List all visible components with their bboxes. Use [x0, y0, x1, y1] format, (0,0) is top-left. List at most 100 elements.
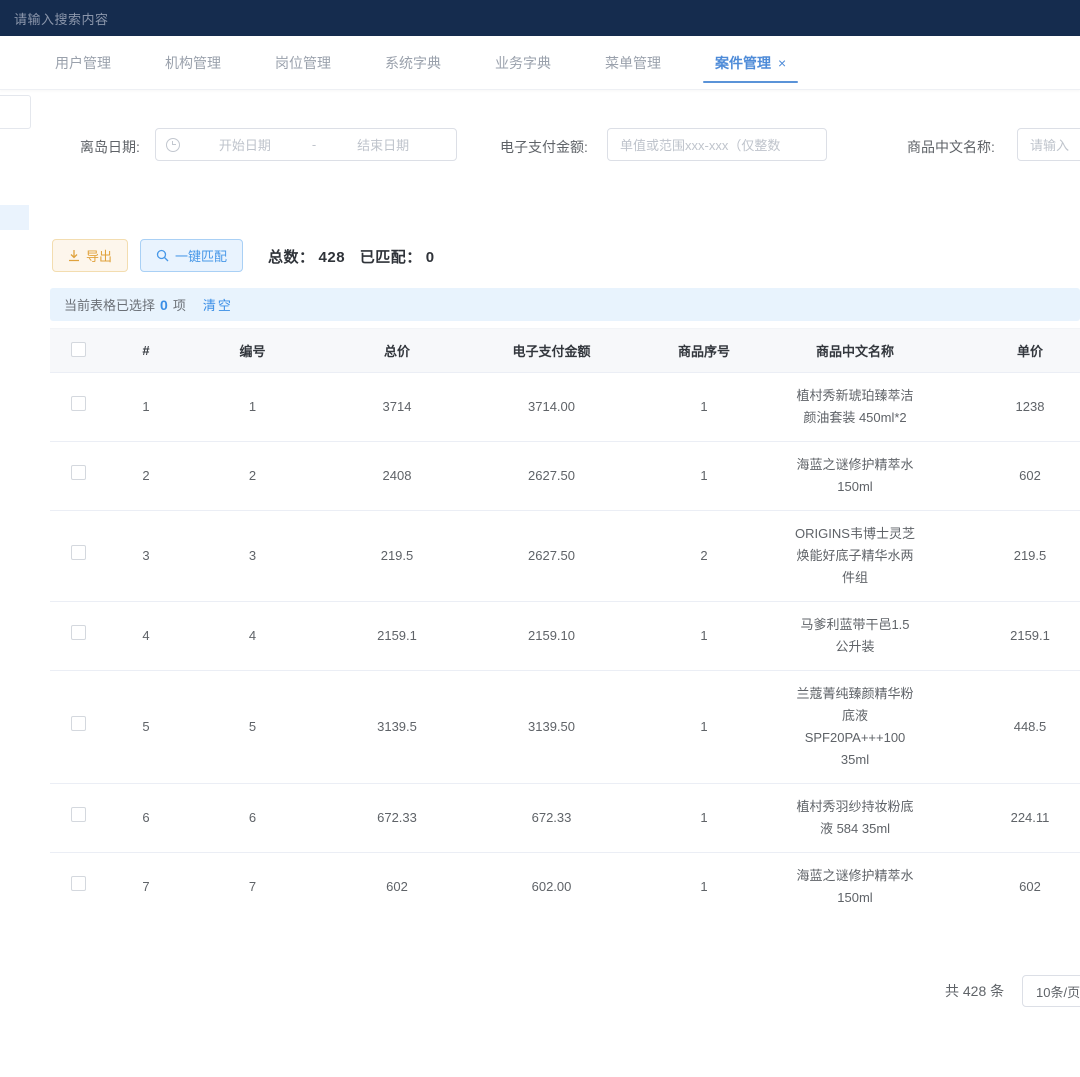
row-name-cell: 海蓝之谜修护精萃水 150ml — [780, 853, 930, 910]
product-filter-label: 商品中文名称: — [907, 137, 995, 157]
tab-label: 机构管理 — [165, 53, 221, 73]
row-code-cell: 7 — [186, 853, 319, 910]
row-total-cell: 2408 — [319, 442, 475, 511]
row-name-cell: 植村秀新琥珀臻萃洁颜油套装 450ml*2 — [780, 373, 930, 442]
row-index-cell: 2 — [106, 442, 186, 511]
row-unit-price-cell: 2159.1 — [930, 602, 1080, 671]
row-checkbox[interactable] — [71, 396, 86, 411]
table-row: 33219.52627.502ORIGINS韦博士灵芝焕能好底子精华水两件组21… — [50, 511, 1080, 602]
tab-label: 岗位管理 — [275, 53, 331, 73]
table-row: 77602602.001海蓝之谜修护精萃水 150ml602 — [50, 853, 1080, 910]
table-row: 553139.53139.501兰蔻菁纯臻颜精华粉底液SPF20PA+++100… — [50, 671, 1080, 784]
date-range-input[interactable]: 开始日期 - 结束日期 — [155, 128, 457, 161]
row-code-cell: 1 — [186, 373, 319, 442]
row-seq-cell: 2 — [628, 511, 780, 602]
match-button-label: 一键匹配 — [175, 246, 227, 265]
row-payment-cell: 2627.50 — [475, 442, 628, 511]
row-select-cell — [50, 784, 106, 853]
row-total-cell: 219.5 — [319, 511, 475, 602]
clear-selection-link[interactable]: 清空 — [203, 295, 233, 314]
row-index-cell: 7 — [106, 853, 186, 910]
tab-6[interactable]: 菜单管理 — [605, 36, 661, 89]
row-checkbox[interactable] — [71, 876, 86, 891]
export-button[interactable]: 导出 — [52, 239, 128, 272]
row-unit-price-cell: 602 — [930, 853, 1080, 910]
total-label: 总数： — [268, 249, 315, 266]
row-payment-cell: 2159.10 — [475, 602, 628, 671]
row-name-cell: 马爹利蓝带干邑1.5公升装 — [780, 602, 930, 671]
table-row: 442159.12159.101马爹利蓝带干邑1.5公升装2159.1 — [50, 602, 1080, 671]
column-header: 商品中文名称 — [780, 329, 930, 373]
select-all-checkbox[interactable] — [71, 342, 86, 357]
row-seq-cell: 1 — [628, 442, 780, 511]
row-checkbox[interactable] — [71, 545, 86, 560]
end-date-placeholder[interactable]: 结束日期 — [320, 135, 446, 154]
row-checkbox[interactable] — [71, 807, 86, 822]
product-name-placeholder: 请输入 — [1030, 135, 1069, 154]
row-checkbox[interactable] — [71, 716, 86, 731]
page-size-value: 10条/页 — [1036, 982, 1080, 1001]
row-seq-cell: 1 — [628, 671, 780, 784]
tab-3[interactable]: 岗位管理 — [275, 36, 331, 89]
left-edge-highlight-fragment — [0, 205, 29, 230]
tab-4[interactable]: 系统字典 — [385, 36, 441, 89]
row-code-cell: 2 — [186, 442, 319, 511]
header-select-all — [50, 329, 106, 373]
column-header: 编号 — [186, 329, 319, 373]
column-header: # — [106, 329, 186, 373]
row-select-cell — [50, 602, 106, 671]
table-row: 2224082627.501海蓝之谜修护精萃水 150ml602 — [50, 442, 1080, 511]
row-total-cell: 672.33 — [319, 784, 475, 853]
tab-7[interactable]: 案件管理× — [715, 36, 786, 89]
column-header: 商品序号 — [628, 329, 780, 373]
selection-suffix: 项 — [173, 295, 186, 314]
data-table-container[interactable]: #编号总价电子支付金额商品序号商品中文名称单价 1137143714.001植村… — [50, 328, 1080, 909]
clock-icon — [166, 138, 180, 152]
start-date-placeholder[interactable]: 开始日期 — [182, 135, 308, 154]
date-range-separator: - — [308, 137, 320, 152]
row-code-cell: 3 — [186, 511, 319, 602]
tab-5[interactable]: 业务字典 — [495, 36, 551, 89]
row-unit-price-cell: 448.5 — [930, 671, 1080, 784]
global-search-input[interactable]: 请输入搜索内容 — [14, 9, 109, 28]
close-tab-icon[interactable]: × — [778, 55, 786, 71]
left-edge-panel-fragment — [0, 95, 31, 129]
page-size-select[interactable]: 10条/页 — [1022, 975, 1080, 1007]
row-seq-cell: 1 — [628, 784, 780, 853]
row-checkbox[interactable] — [71, 625, 86, 640]
row-total-cell: 3714 — [319, 373, 475, 442]
column-header: 单价 — [930, 329, 1080, 373]
row-payment-cell: 3714.00 — [475, 373, 628, 442]
row-payment-cell: 602.00 — [475, 853, 628, 910]
row-unit-price-cell: 602 — [930, 442, 1080, 511]
row-name-cell: ORIGINS韦博士灵芝焕能好底子精华水两件组 — [780, 511, 930, 602]
selection-bar: 当前表格已选择 0 项 清空 — [50, 288, 1080, 321]
row-select-cell — [50, 442, 106, 511]
row-checkbox[interactable] — [71, 465, 86, 480]
product-name-input[interactable]: 请输入 — [1017, 128, 1080, 161]
tab-label: 业务字典 — [495, 53, 551, 73]
row-code-cell: 4 — [186, 602, 319, 671]
row-name-cell: 植村秀羽纱持妆粉底液 584 35ml — [780, 784, 930, 853]
download-icon — [68, 250, 80, 262]
search-icon — [156, 249, 169, 262]
payment-amount-placeholder: 单值或范围xxx-xxx（仅整数 — [620, 135, 780, 154]
cases-table: #编号总价电子支付金额商品序号商品中文名称单价 1137143714.001植村… — [50, 328, 1080, 909]
one-click-match-button[interactable]: 一键匹配 — [140, 239, 243, 272]
row-unit-price-cell: 1238 — [930, 373, 1080, 442]
tab-2[interactable]: 机构管理 — [165, 36, 221, 89]
row-name-cell: 兰蔻菁纯臻颜精华粉底液SPF20PA+++100 35ml — [780, 671, 930, 784]
row-name-cell: 海蓝之谜修护精萃水 150ml — [780, 442, 930, 511]
payment-filter-label: 电子支付金额: — [500, 137, 588, 157]
column-header: 总价 — [319, 329, 475, 373]
payment-amount-input[interactable]: 单值或范围xxx-xxx（仅整数 — [607, 128, 827, 161]
tab-label: 菜单管理 — [605, 53, 661, 73]
row-unit-price-cell: 219.5 — [930, 511, 1080, 602]
row-index-cell: 1 — [106, 373, 186, 442]
tabbar: 用户管理 机构管理 岗位管理 系统字典 业务字典 菜单管理 案件管理× — [0, 36, 1080, 90]
row-payment-cell: 672.33 — [475, 784, 628, 853]
row-unit-price-cell: 224.11 — [930, 784, 1080, 853]
table-row: 1137143714.001植村秀新琥珀臻萃洁颜油套装 450ml*21238 — [50, 373, 1080, 442]
topbar: 请输入搜索内容 — [0, 0, 1080, 36]
tab-1[interactable]: 用户管理 — [55, 36, 111, 89]
